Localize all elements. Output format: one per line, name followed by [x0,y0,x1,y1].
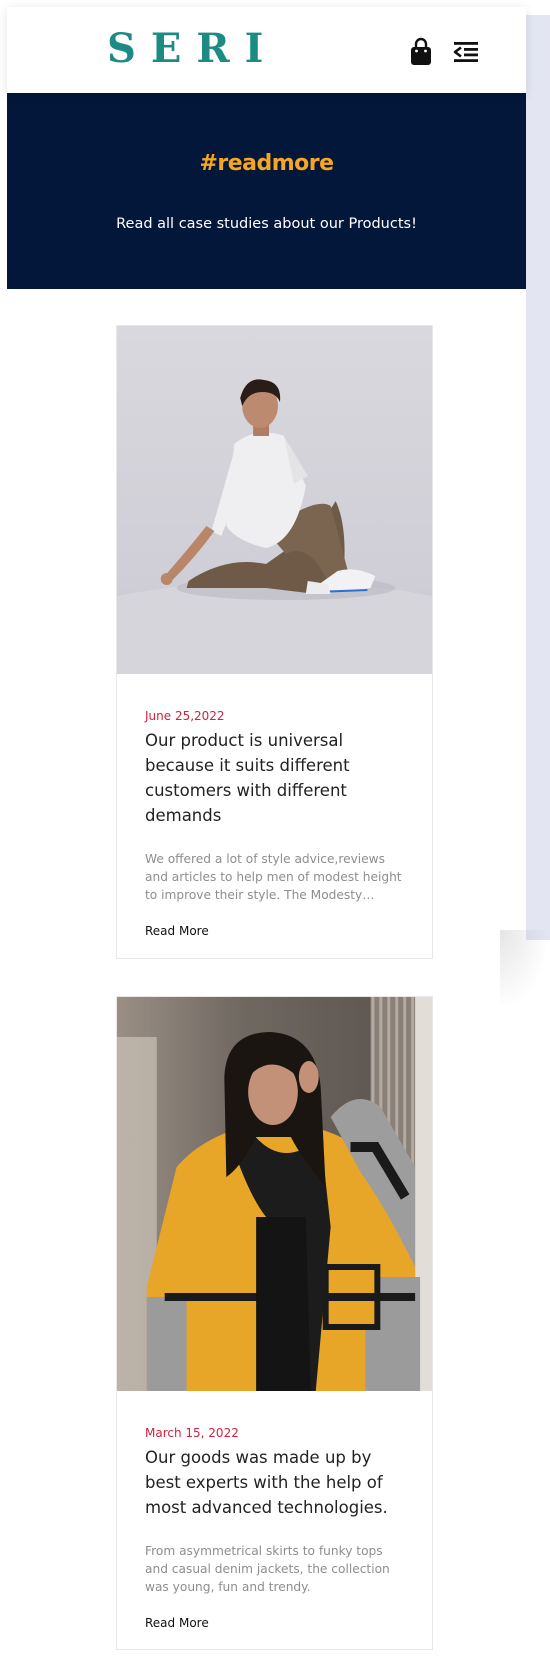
hero-subtitle: Read all case studies about our Products… [116,216,417,232]
post-excerpt: From asymmetrical skirts to funky tops a… [145,1544,390,1594]
post-image-woman-yellow-coat[interactable] [117,997,432,1391]
post-title[interactable]: Our product is universal because it suit… [145,728,404,828]
post-excerpt: We offered a lot of style advice,reviews… [145,852,402,902]
blog-card: March 15, 2022 Our goods was made up by … [116,996,433,1650]
hero-title: #readmore [199,151,334,176]
post-date: March 15, 2022 [145,1426,239,1440]
post-date: June 25,2022 [145,709,225,723]
blog-card: June 25,2022 Our product is universal be… [116,325,433,959]
shopping-bag-icon[interactable] [409,37,433,67]
post-image-man-sitting[interactable] [117,326,432,674]
site-header: SERI [7,7,526,93]
site-logo[interactable]: SERI [107,25,278,73]
hero-banner: #readmore Read all case studies about ou… [7,93,526,289]
read-more-link[interactable]: Read More [145,1616,209,1630]
side-panel-edge [526,15,550,940]
menu-toggle-icon[interactable] [453,41,479,63]
post-title[interactable]: Our goods was made up by best experts wi… [145,1445,404,1520]
side-panel-shadow [500,930,550,1010]
read-more-link[interactable]: Read More [145,924,209,938]
